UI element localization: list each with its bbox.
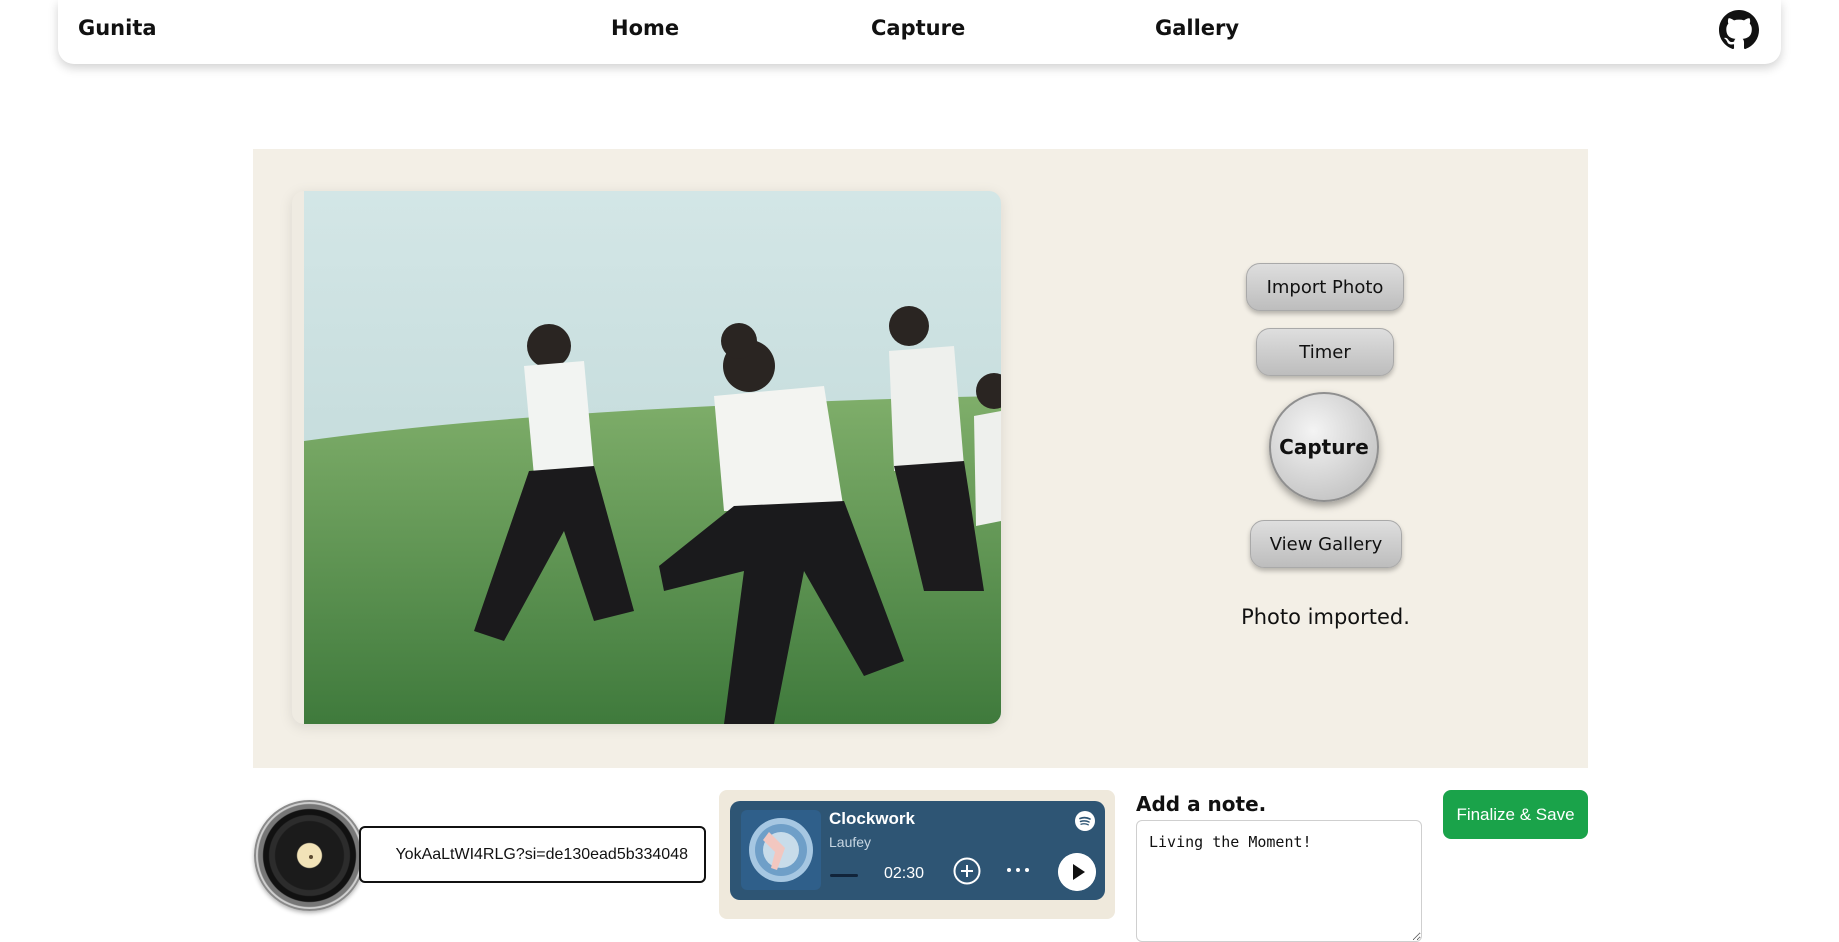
add-to-library-icon[interactable]: [952, 856, 982, 886]
more-options-icon[interactable]: [1004, 858, 1032, 882]
photo-preview-frame: [292, 191, 1001, 724]
finalize-save-button[interactable]: Finalize & Save: [1443, 790, 1588, 839]
play-icon[interactable]: [1058, 853, 1096, 891]
note-textarea[interactable]: Living the Moment!: [1136, 820, 1422, 942]
view-gallery-button[interactable]: View Gallery: [1250, 520, 1402, 568]
spotify-link-input[interactable]: [359, 826, 706, 883]
vinyl-record-icon: [254, 800, 365, 911]
playback-progress-bar[interactable]: [830, 874, 858, 877]
track-title[interactable]: Clockwork: [829, 809, 915, 829]
track-artist[interactable]: Laufey: [829, 834, 871, 850]
github-icon[interactable]: [1719, 10, 1759, 50]
nav-home-link[interactable]: Home: [611, 16, 679, 40]
brand-logo[interactable]: Gunita: [78, 16, 157, 40]
nav-gallery-link[interactable]: Gallery: [1155, 16, 1239, 40]
spotify-icon[interactable]: [1075, 811, 1095, 831]
spotify-player: Clockwork Laufey 02:30: [730, 801, 1105, 900]
track-time: 02:30: [884, 865, 925, 882]
album-cover: [741, 810, 821, 890]
note-label: Add a note.: [1136, 792, 1267, 816]
capture-panel: Import Photo Timer Capture View Gallery …: [253, 149, 1588, 768]
imported-photo: [304, 191, 1001, 724]
top-navbar: Gunita Home Capture Gallery: [58, 0, 1781, 64]
status-message: Photo imported.: [1241, 605, 1410, 629]
vinyl-center-dot: [309, 855, 313, 859]
capture-button[interactable]: Capture: [1269, 392, 1379, 502]
import-photo-button[interactable]: Import Photo: [1246, 263, 1404, 311]
spotify-embed-container: Clockwork Laufey 02:30: [719, 790, 1115, 919]
timer-button[interactable]: Timer: [1256, 328, 1394, 376]
nav-capture-link[interactable]: Capture: [871, 16, 965, 40]
